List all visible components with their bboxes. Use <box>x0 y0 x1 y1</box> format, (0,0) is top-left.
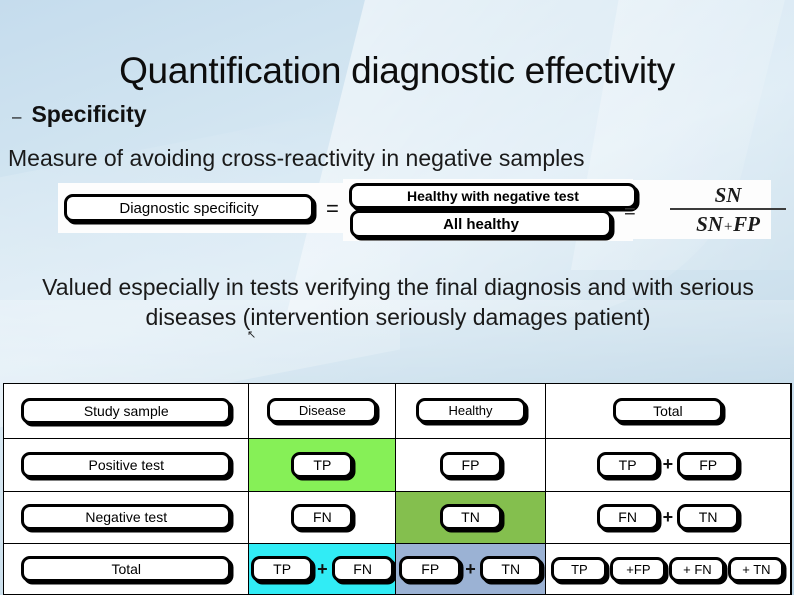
cell-false-positive: FP <box>395 438 546 492</box>
cell-positive-total: TP + FP <box>545 438 792 492</box>
plus-operator: + <box>662 454 674 475</box>
value-healthy-total-right: TN <box>479 556 542 583</box>
cell-true-negative: TN <box>395 491 546 545</box>
value-grand-total-3: + FN <box>669 556 726 582</box>
value-positive-total-right: FP <box>677 451 740 478</box>
header-healthy: Healthy <box>415 398 526 424</box>
cell-healthy-total: FP + TN <box>395 543 546 595</box>
row-label-negative-test: Negative test <box>21 504 232 531</box>
formula-block: Diagnostic specificity = Healthy with ne… <box>58 179 786 241</box>
bullet-label: Specificity <box>31 101 147 127</box>
header-cell-disease: Disease <box>248 383 397 439</box>
page-title: Quantification diagnostic effectivity <box>119 50 675 91</box>
value-healthy-total-left: FP <box>399 556 462 583</box>
cell-negative-total: FN + TN <box>545 491 792 545</box>
row-label-cell-positive: Positive test <box>3 438 250 492</box>
body-paragraph: Valued especially in tests verifying the… <box>42 274 754 330</box>
confusion-matrix-table: Study sample Disease Healthy Total Posit… <box>3 383 792 595</box>
table-row-negative-test: Negative test FN TN FN + TN <box>3 491 792 545</box>
header-disease: Disease <box>267 398 378 424</box>
cell-true-positive: TP <box>248 438 397 492</box>
cell-false-negative: FN <box>248 491 397 545</box>
value-grand-total-2: +FP <box>610 556 667 582</box>
value-grand-total-4: + TN <box>728 556 785 582</box>
value-false-negative: FN <box>291 504 354 531</box>
row-label-total: Total <box>21 556 232 583</box>
value-true-negative: TN <box>439 504 502 531</box>
fraction-denominator-left: SN <box>696 212 723 236</box>
formula-left-term: Diagnostic specificity <box>64 194 314 222</box>
table-row-total: Total TP + FN FP + TN TP +FP + FN + TN <box>3 543 792 595</box>
header-cell-study-sample: Study sample <box>3 383 250 439</box>
row-label-cell-negative: Negative test <box>3 491 250 545</box>
cell-grand-total: TP +FP + FN + TN <box>545 543 792 595</box>
formula-denominator: All healthy <box>350 210 612 238</box>
formula-fraction: SN SN+FP <box>668 182 788 241</box>
plus-operator: + <box>465 558 476 579</box>
plus-operator: + <box>317 558 328 579</box>
value-disease-total-left: TP <box>251 556 314 583</box>
value-grand-total-1: TP <box>551 556 608 582</box>
value-disease-total-right: FN <box>331 556 394 583</box>
header-study-sample: Study sample <box>21 397 232 424</box>
plus-operator: + <box>662 506 674 527</box>
fraction-denominator-right: FP <box>733 212 760 236</box>
fraction-denominator: SN+FP <box>668 210 788 241</box>
fraction-numerator: SN <box>714 183 742 207</box>
formula-equals-sign-2: = <box>624 201 636 223</box>
table-row-positive-test: Positive test TP FP TP + FP <box>3 438 792 492</box>
bullet-dash-icon: – <box>12 107 22 126</box>
row-label-cell-total: Total <box>3 543 250 595</box>
row-label-positive-test: Positive test <box>21 451 232 478</box>
cursor-pointer-icon: ↖ <box>247 329 257 341</box>
value-true-positive: TP <box>291 451 354 478</box>
value-negative-total-left: FN <box>596 504 659 531</box>
header-total: Total <box>612 398 723 424</box>
fraction-denominator-plus: + <box>722 219 734 235</box>
value-false-positive: FP <box>439 451 502 478</box>
table-header-row: Study sample Disease Healthy Total <box>3 383 792 439</box>
cell-disease-total: TP + FN <box>248 543 397 595</box>
value-negative-total-right: TN <box>677 504 740 531</box>
lead-line: Measure of avoiding cross-reactivity in … <box>8 145 585 171</box>
formula-equals-sign: = <box>326 196 339 221</box>
header-cell-total: Total <box>545 383 792 439</box>
formula-numerator: Healthy with negative test <box>349 183 637 209</box>
bullet-specificity: – Specificity <box>12 101 512 128</box>
value-positive-total-left: TP <box>596 451 659 478</box>
header-cell-healthy: Healthy <box>395 383 546 439</box>
